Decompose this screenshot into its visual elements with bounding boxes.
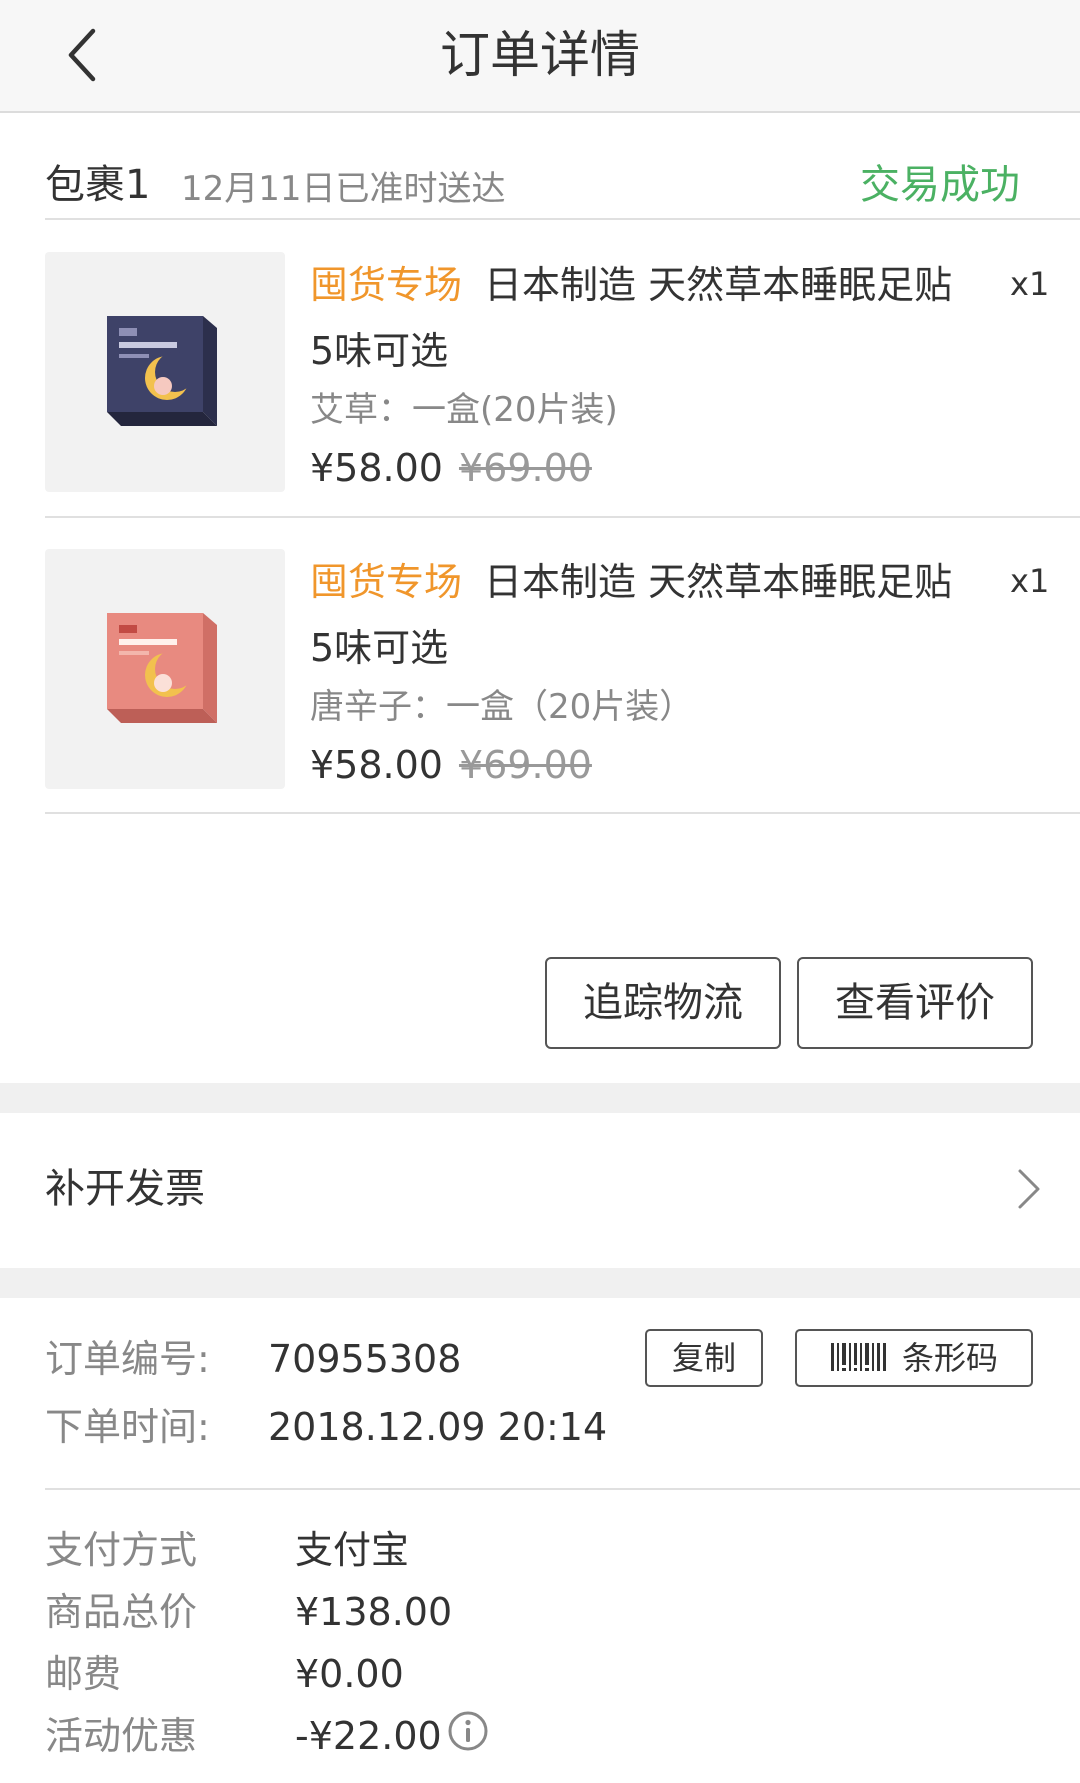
delivery-note: 12月11日已准时送达 xyxy=(181,169,506,209)
item-quantity: x1 xyxy=(1010,562,1050,600)
product-thumbnail[interactable] xyxy=(45,549,285,789)
section-gap xyxy=(0,1083,1080,1113)
goods-total-label: 商品总价 xyxy=(45,1590,198,1634)
item-spec: 艾草：一盒(20片装) xyxy=(310,390,618,430)
page-title: 订单详情 xyxy=(440,26,640,84)
item-original-price: ¥69.00 xyxy=(458,446,592,490)
package-header: 包裹1 12月11日已准时送达 交易成功 xyxy=(45,150,1035,220)
item-price: ¥58.00 xyxy=(310,743,443,787)
section-gap xyxy=(0,1268,1080,1298)
order-time-label: 下单时间: xyxy=(45,1405,210,1449)
divider xyxy=(45,1488,1080,1490)
barcode-label: 条形码 xyxy=(901,1339,998,1377)
order-item[interactable]: 囤货专场 日本制造 天然草本睡眠足贴 5味可选 x1 艾草：一盒(20片装) ¥5… xyxy=(45,252,1049,502)
order-number-label: 订单编号: xyxy=(45,1337,210,1381)
divider xyxy=(45,516,1080,518)
invoice-label: 补开发票 xyxy=(45,1166,205,1212)
product-image xyxy=(107,613,217,723)
invoice-row[interactable]: 补开发票 xyxy=(0,1113,1080,1268)
track-logistics-button[interactable]: 追踪物流 xyxy=(545,957,781,1049)
product-title[interactable]: 囤货专场 日本制造 天然草本睡眠足贴 5味可选 xyxy=(310,252,970,384)
shipping-fee-label: 邮费 xyxy=(45,1652,122,1696)
copy-button[interactable]: 复制 xyxy=(645,1329,763,1387)
product-title[interactable]: 囤货专场 日本制造 天然草本睡眠足贴 5味可选 xyxy=(310,549,970,681)
order-item[interactable]: 囤货专场 日本制造 天然草本睡眠足贴 5味可选 x1 唐辛子：一盒（20片装） ¥… xyxy=(45,549,1049,799)
payment-method: 支付宝 xyxy=(295,1528,410,1572)
goods-total: ¥138.00 xyxy=(295,1590,453,1634)
product-image xyxy=(107,316,217,426)
item-price-row: ¥58.00 ¥69.00 xyxy=(310,735,592,795)
product-thumbnail[interactable] xyxy=(45,252,285,492)
promo-tag: 囤货专场 xyxy=(310,263,463,307)
view-review-button[interactable]: 查看评价 xyxy=(797,957,1033,1049)
barcode-button[interactable]: 条形码 xyxy=(795,1329,1033,1387)
divider xyxy=(45,812,1080,814)
discount-label: 活动优惠 xyxy=(45,1714,198,1758)
chevron-right-icon xyxy=(1018,1169,1040,1209)
order-time: 2018.12.09 20:14 xyxy=(268,1405,608,1449)
shipping-fee: ¥0.00 xyxy=(295,1652,404,1696)
package-name: 包裹1 xyxy=(45,162,151,208)
discount-amount: -¥22.00 xyxy=(295,1714,442,1758)
payment-method-label: 支付方式 xyxy=(45,1528,198,1572)
barcode-icon xyxy=(830,1343,886,1371)
nav-header: 订单详情 xyxy=(0,0,1080,113)
order-number: 70955308 xyxy=(268,1337,462,1381)
promo-tag: 囤货专场 xyxy=(310,560,463,604)
item-price-row: ¥58.00 ¥69.00 xyxy=(310,438,592,498)
item-price: ¥58.00 xyxy=(310,446,443,490)
divider xyxy=(45,218,1080,220)
item-spec: 唐辛子：一盒（20片装） xyxy=(310,687,694,727)
info-icon[interactable] xyxy=(447,1710,489,1752)
order-status: 交易成功 xyxy=(860,162,1020,208)
item-original-price: ¥69.00 xyxy=(458,743,592,787)
item-quantity: x1 xyxy=(1010,265,1050,303)
